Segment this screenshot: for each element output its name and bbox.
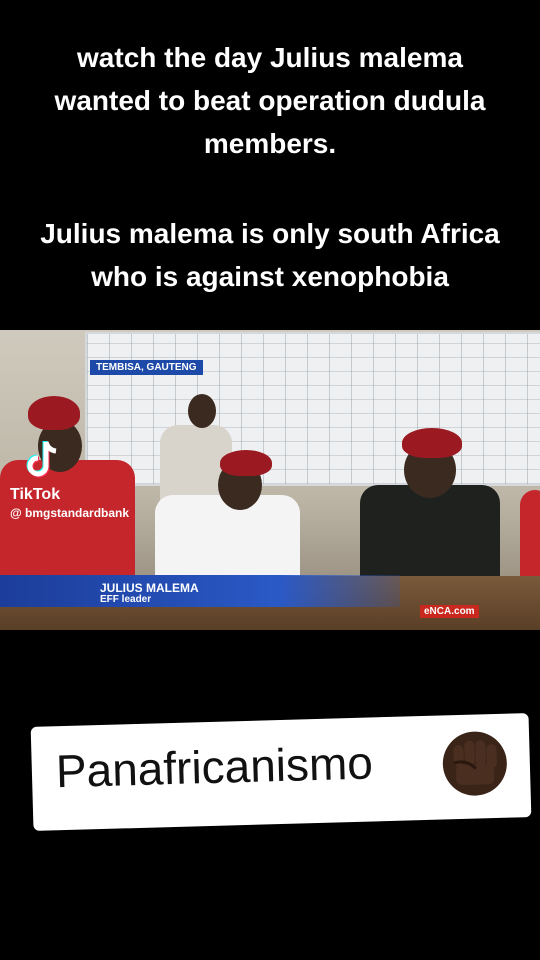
caption-line: wanted to beat operation dudula	[54, 85, 486, 116]
whiteboard	[85, 332, 540, 486]
tiktok-brand: TikTok	[10, 486, 61, 503]
caption-top: watch the day Julius malema wanted to be…	[0, 36, 540, 165]
location-tag: TEMBISA, GAUTENG	[90, 360, 203, 375]
channel-logo: eNCA.com	[420, 605, 479, 618]
tiktok-logo-icon	[26, 441, 57, 478]
caption-line: who is against xenophobia	[91, 261, 449, 292]
video-frame[interactable]: TEMBISA, GAUTENG JULIUS MALEMA EFF leade…	[0, 330, 540, 630]
caption-bottom: Julius malema is only south Africa who i…	[0, 212, 540, 298]
lower-third-bar	[0, 575, 400, 607]
sticker-text: Panafricanismo	[55, 736, 374, 798]
text-sticker[interactable]: Panafricanismo	[30, 713, 532, 831]
caption-line: members.	[203, 128, 337, 159]
speaker-name: JULIUS MALEMA	[100, 581, 199, 595]
raised-fist-icon	[442, 731, 507, 796]
caption-line: Julius malema is only south Africa	[40, 218, 500, 249]
caption-line: watch the day Julius malema	[77, 42, 463, 73]
tiktok-handle: @ bmgstandardbank	[10, 506, 130, 520]
speaker-role: EFF leader	[100, 594, 152, 605]
